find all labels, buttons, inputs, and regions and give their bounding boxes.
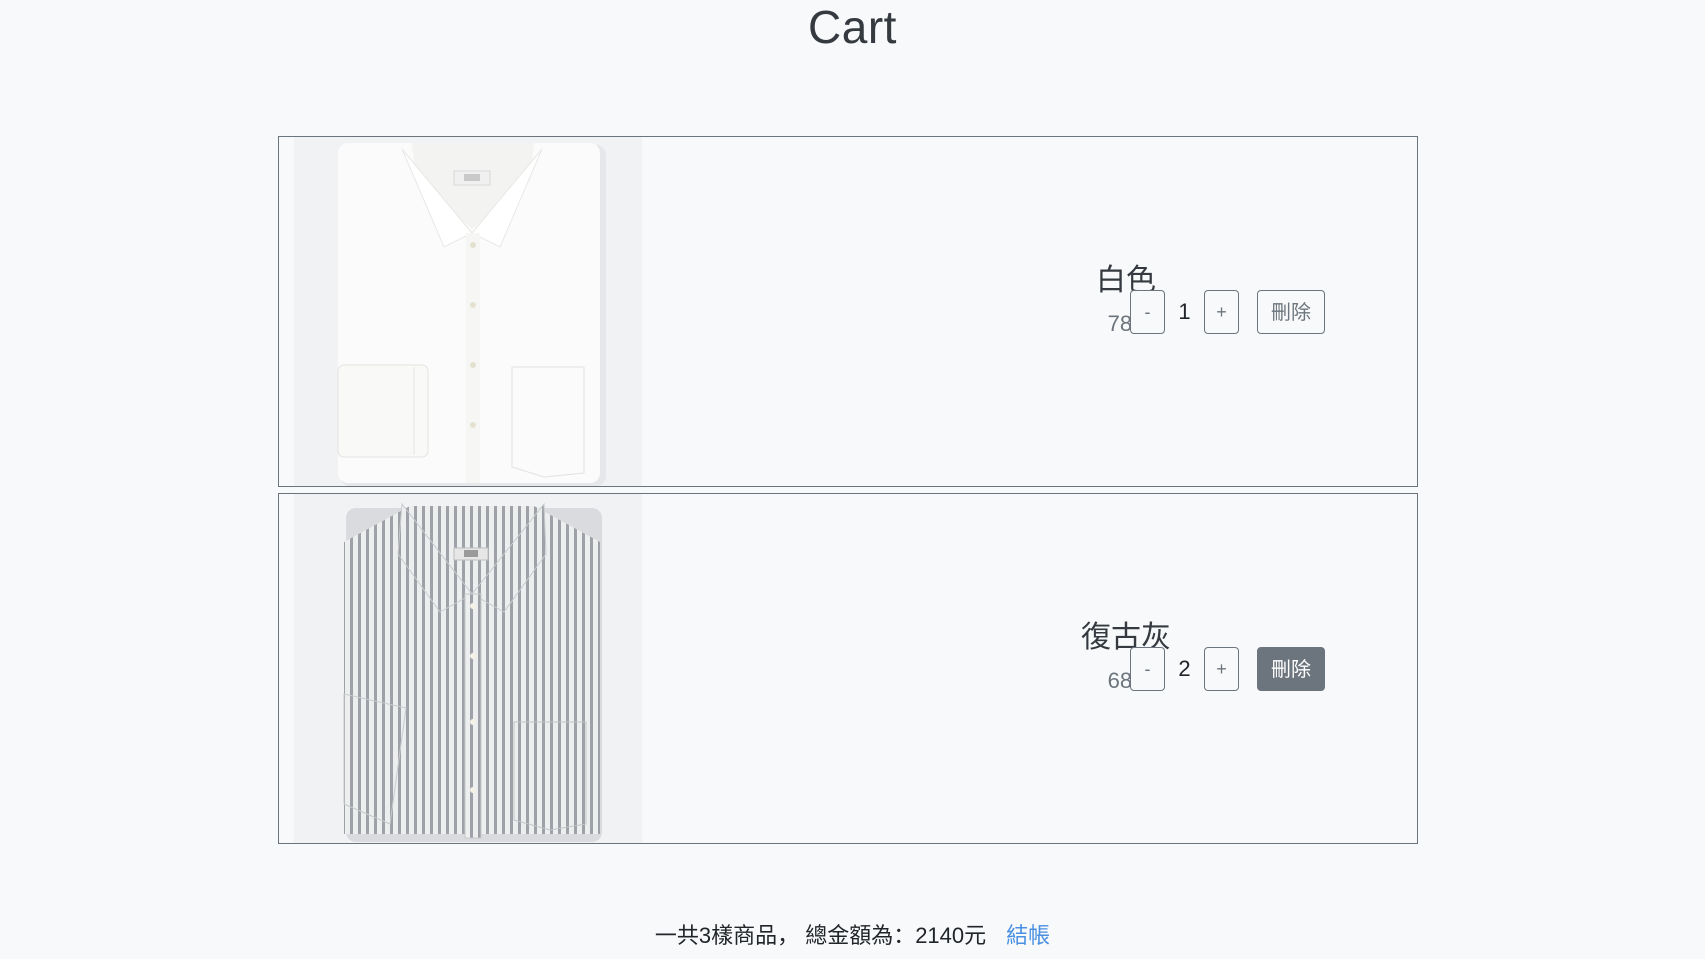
product-image-white-shirt xyxy=(294,137,642,486)
quantity-controls: - 1 + 刪除 xyxy=(1130,290,1325,334)
quantity-value: 1 xyxy=(1178,299,1191,324)
summary-text: 一共3樣商品， 總金額為：2140元 xyxy=(654,923,987,948)
quantity-value: 2 xyxy=(1178,656,1191,681)
quantity-controls: - 2 + 刪除 xyxy=(1130,647,1325,691)
delete-item-button[interactable]: 刪除 xyxy=(1257,290,1325,334)
delete-item-button[interactable]: 刪除 xyxy=(1257,647,1325,691)
cart-page: Cart 白色 780 - 1 + 刪除 復古灰 680 - 2 + 刪除 一共… xyxy=(0,0,1705,959)
decrease-quantity-button[interactable]: - xyxy=(1130,647,1165,691)
decrease-quantity-button[interactable]: - xyxy=(1130,290,1165,334)
checkout-link[interactable]: 結帳 xyxy=(1006,923,1050,948)
increase-quantity-button[interactable]: + xyxy=(1204,647,1239,691)
cart-summary: 一共3樣商品， 總金額為：2140元 結帳 xyxy=(0,918,1705,950)
increase-quantity-button[interactable]: + xyxy=(1204,290,1239,334)
product-image-grey-stripe-shirt xyxy=(294,494,642,843)
page-title: Cart xyxy=(808,1,897,53)
cart-item: 復古灰 680 - 2 + 刪除 xyxy=(278,493,1418,844)
cart-item: 白色 780 - 1 + 刪除 xyxy=(278,136,1418,487)
